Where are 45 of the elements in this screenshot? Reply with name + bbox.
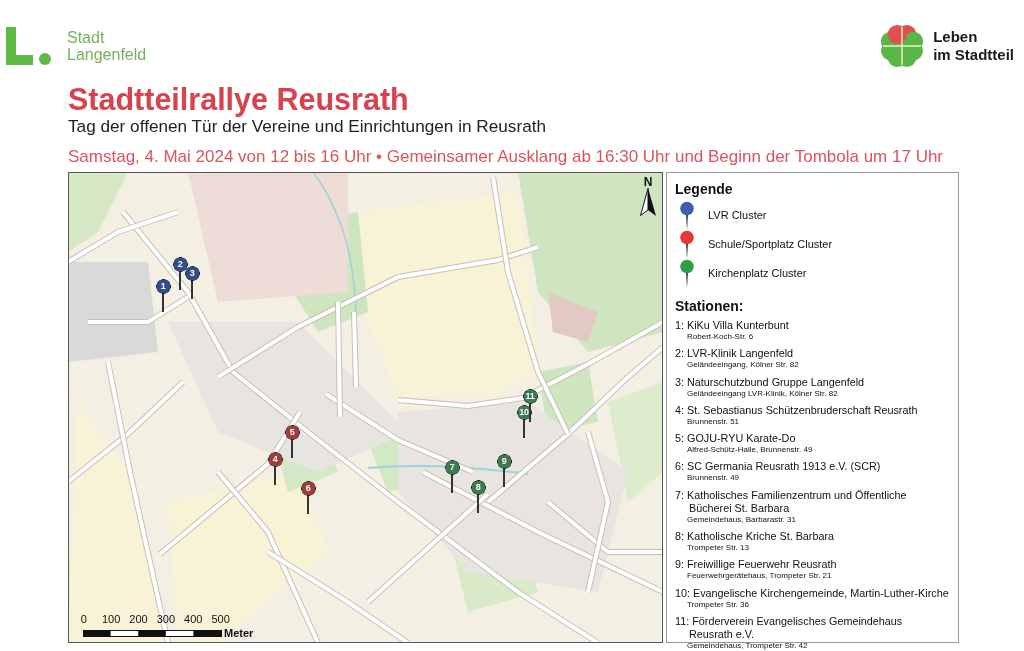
page-title: Stadtteilrallye Reusrath xyxy=(68,82,409,116)
cluster-label: Kirchenplatz Cluster xyxy=(708,267,807,280)
scale-label: 300 xyxy=(155,613,177,625)
station-address: Trompeter Str. 36 xyxy=(686,599,749,610)
station-address: Robert-Koch-Str. 6 xyxy=(686,332,754,342)
station-name: 6: SC Germania Reusrath 1913 e.V. (SCR) xyxy=(675,460,881,474)
clover-icon xyxy=(879,23,926,69)
scale-label: 0 xyxy=(79,613,88,625)
scale-label: 100 xyxy=(100,613,122,625)
scale-label: 400 xyxy=(183,613,204,625)
station-name: 5: GOJU-RYU Karate-Do xyxy=(675,432,796,446)
station-name: 7: Katholisches Familienzentrum und Öffentliche Bücherei St. Barbara xyxy=(675,488,907,515)
station-name: 2: LVR-Klinik Langenfeld xyxy=(675,347,794,361)
subtitle: Tag der offenen Tür der Vereine und Einrichtungen in Reusrath xyxy=(68,116,547,136)
scale-unit: Meter xyxy=(224,627,254,639)
logo-mark-icon xyxy=(6,27,52,65)
station-address: Geländeeingang, Kölner Str. 82 xyxy=(686,360,799,371)
compass-letter: N xyxy=(643,176,653,188)
station-address: Brunnenstr. 49 xyxy=(686,473,740,484)
logo-text: im Stadtteil xyxy=(933,46,1014,64)
station-address: Feuerwehrgerätehaus, Trompeter Str. 21 xyxy=(686,571,832,582)
north-arrow-icon xyxy=(640,188,656,216)
scale-label: 500 xyxy=(210,613,231,625)
station-address: Brunnenstr. 51 xyxy=(686,416,740,427)
event-date-line: Samstag, 4. Mai 2024 von 12 bis 16 Uhr • Gemeinsamer Ausklang ab 16:30 Uhr und Beginn der Tombola um 17 Uhr xyxy=(68,147,944,167)
station-name: 9: Freiwillige Feuerwehr Reusrath xyxy=(675,558,837,572)
logo-text: Langenfeld xyxy=(67,46,147,63)
cluster-label: Schule/Sportplatz Cluster xyxy=(708,238,833,251)
station-address: Trompeter Str. 13 xyxy=(686,543,749,554)
legend-title: Legende xyxy=(675,181,733,198)
station-address: Alfred-Schütz-Halle, Brunnenstr. 49 xyxy=(686,445,813,456)
logo-text: Leben xyxy=(933,28,979,46)
cluster-label: LVR Cluster xyxy=(708,209,767,222)
station-name: 1: KiKu Villa Kunterbunt xyxy=(675,319,789,332)
station-name: 8: Katholische Kriche St. Barbara xyxy=(675,530,835,544)
station-address: Gemeindehaus, Trompeter Str. 42 xyxy=(686,640,808,651)
stations-title: Stationen: xyxy=(675,298,744,315)
station-name: 11: Förderverein Evangelisches Gemeindehaus Reusrath e.V. xyxy=(675,614,903,641)
scale-label: 200 xyxy=(128,613,149,625)
station-address: Geländeeingang LVR-Klinik, Kölner Str. 82 xyxy=(686,388,838,399)
station-name: 10: Evangelische Kirchengemeinde, Martin-Luther-Kirche xyxy=(675,586,949,600)
logo-text: Stadt xyxy=(67,29,106,46)
station-name: 4: St. Sebastianus Schützenbruderschaft Reusrath xyxy=(675,403,918,417)
station-name: 3: Naturschutzbund Gruppe Langenfeld xyxy=(675,375,865,389)
station-address: Gemeindehaus, Barbarastr. 31 xyxy=(686,514,796,525)
